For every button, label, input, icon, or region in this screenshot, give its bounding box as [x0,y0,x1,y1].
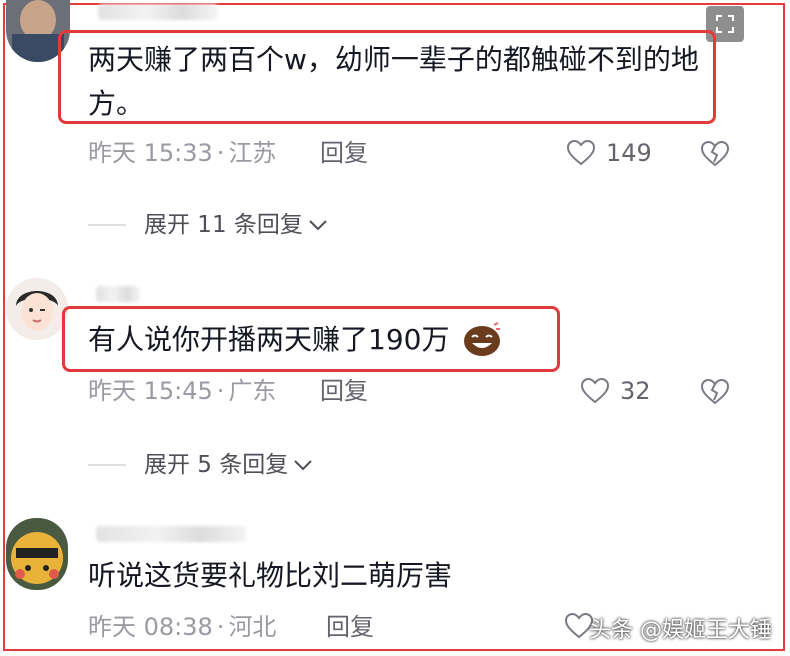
comment-meta: 昨天 15:33 · 江苏 [88,138,276,168]
comment-text-content: 有人说你开播两天赚了190万 [88,323,450,356]
like-button[interactable]: 32 [580,376,651,406]
like-count: 32 [620,377,651,405]
comment-text: 两天赚了两百个w，幼师一辈子的都触碰不到的地方。 [88,43,699,120]
username-blurred [96,286,140,302]
comment-time: 昨天 15:33 [88,139,213,167]
expand-replies-label: 展开 5 条回复 [144,452,289,478]
heart-icon [566,139,596,166]
reply-button[interactable]: 回复 [326,612,374,642]
avatar[interactable] [6,278,68,340]
like-button[interactable]: 149 [566,138,652,168]
heart-icon [580,377,610,404]
comment-text: 有人说你开播两天赚了190万 [88,318,568,362]
watermark: 头条 @娱姬王大锤 [589,618,772,643]
reply-button[interactable]: 回复 [320,138,368,168]
meta-separator: · [216,139,225,167]
comment-meta: 昨天 08:38 · 河北 [88,612,276,642]
broken-heart-icon[interactable] [700,378,730,406]
expand-replies-label: 展开 11 条回复 [144,212,303,238]
chevron-down-icon [309,220,327,231]
comment-time: 昨天 15:45 [88,377,213,405]
expand-icon [716,15,734,33]
divider-line [88,224,126,226]
expand-replies-button[interactable]: 展开 11 条回复 [88,210,329,240]
meta-separator: · [216,377,225,405]
broken-heart-icon[interactable] [700,140,730,168]
comment-meta: 昨天 15:45 · 广东 [88,376,276,406]
comment-text: 听说这货要礼物比刘二萌厉害 [88,559,453,592]
reply-button[interactable]: 回复 [320,376,368,406]
like-count: 149 [606,139,652,167]
comment-location: 江苏 [228,139,277,167]
avatar[interactable] [6,518,68,590]
username-blurred [98,4,218,20]
comment-location: 河北 [228,613,277,641]
divider-line [88,464,126,466]
meta-separator: · [216,613,225,641]
expand-replies-button[interactable]: 展开 5 条回复 [88,450,314,480]
laughing-emoji-icon [464,322,501,356]
username-blurred [96,526,246,542]
comment-time: 昨天 08:38 [88,613,213,641]
chevron-down-icon [294,460,312,471]
comment-location: 广东 [228,377,277,405]
